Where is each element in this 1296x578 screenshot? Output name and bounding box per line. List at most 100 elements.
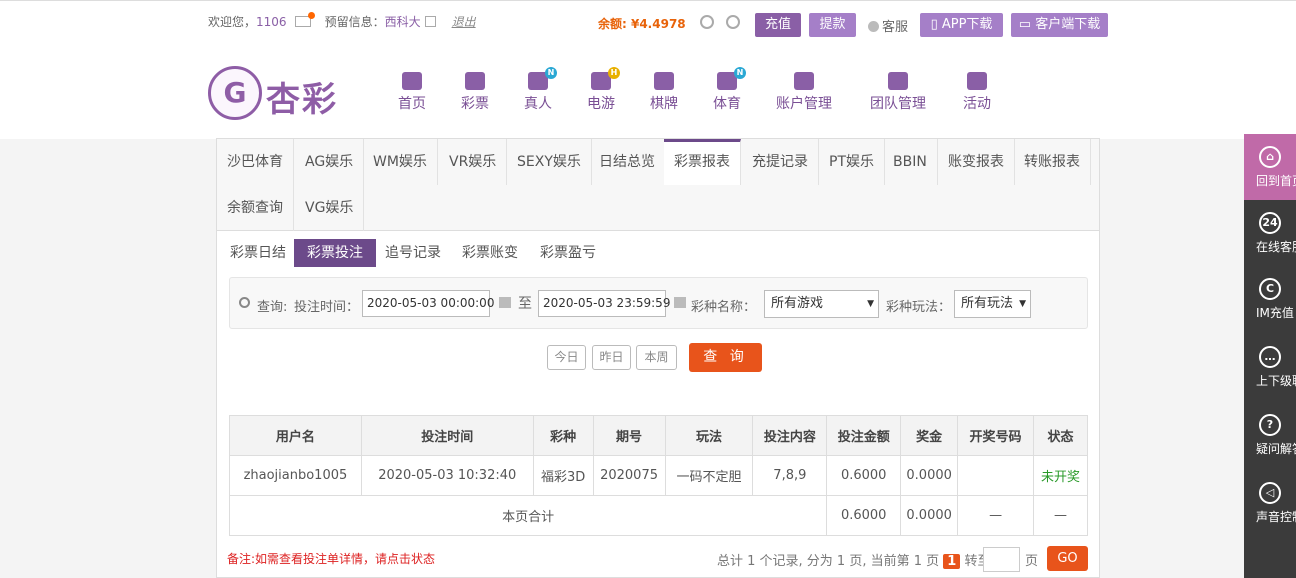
- chevron-down-icon: ▼: [1019, 299, 1026, 309]
- tab-pt[interactable]: PT娱乐: [819, 139, 885, 185]
- tab-lottery-report[interactable]: 彩票报表: [664, 139, 741, 185]
- end-time-input[interactable]: 2020-05-03 23:59:59: [538, 290, 670, 317]
- notification-dot: [307, 12, 315, 19]
- mail-icon[interactable]: [294, 12, 315, 27]
- tab-vr[interactable]: VR娱乐: [439, 139, 508, 185]
- hide-balance-icon[interactable]: [726, 15, 740, 29]
- cell-bet-content: 7,8,9: [752, 455, 828, 496]
- service-icon: [868, 21, 879, 32]
- nav-lottery[interactable]: 彩票: [461, 72, 489, 113]
- tab-account-changes[interactable]: 账变报表: [938, 139, 1015, 185]
- user-info: 欢迎您， 1106 预留信息： 西科大 退出: [208, 12, 476, 30]
- subtab-lottery-changes[interactable]: 彩票账变: [449, 239, 531, 267]
- subtab-chase-records[interactable]: 追号记录: [372, 239, 454, 267]
- nav-label: 账户管理: [776, 96, 832, 112]
- sidebar-home[interactable]: ⌂ 回到首页: [1244, 134, 1296, 200]
- cell-prize: 0.0000: [900, 455, 959, 496]
- play-select[interactable]: 所有玩法 ▼: [954, 290, 1031, 318]
- welcome-text: 欢迎您，: [208, 15, 257, 29]
- nav-label: 首页: [398, 96, 426, 112]
- tab-wm[interactable]: WM娱乐: [363, 139, 438, 185]
- app-download-label: APP下载: [941, 17, 993, 32]
- this-week-button[interactable]: 本周: [636, 345, 677, 370]
- subtotal-draw: —: [957, 495, 1034, 536]
- page-number-input[interactable]: [983, 547, 1020, 572]
- account-icon: [794, 72, 814, 90]
- sidebar-label: IM充值: [1256, 306, 1294, 320]
- sidebar-label: 声音控制: [1256, 510, 1296, 524]
- cell-issue: 2020075: [592, 455, 666, 496]
- tab-bbin[interactable]: BBIN: [883, 139, 938, 185]
- sidebar-chat[interactable]: … 上下级聊: [1244, 334, 1296, 400]
- table-header-row: 用户名 投注时间 彩种 期号 玩法 投注内容 投注金额 奖金 开奖号码 状态: [229, 415, 1088, 456]
- sidebar-sound[interactable]: ◁ 声音控制: [1244, 470, 1296, 536]
- header: G 杏彩 首页 彩票 N 真人 H 电游 棋牌 N 体育 账户管理 团队管理 活动: [0, 44, 1296, 139]
- sidebar-im-recharge[interactable]: C IM充值: [1244, 266, 1296, 332]
- client-download-button[interactable]: ▭ 客户端下载: [1011, 13, 1108, 37]
- lottery-select-value: 所有游戏: [771, 296, 824, 311]
- yesterday-button[interactable]: 昨日: [592, 345, 631, 370]
- new-badge: N: [734, 67, 746, 79]
- edit-icon[interactable]: [424, 16, 436, 27]
- nav-label: 彩票: [461, 96, 489, 112]
- col-username: 用户名: [229, 415, 362, 456]
- cell-lottery: 福彩3D: [532, 455, 594, 496]
- go-button[interactable]: GO: [1047, 546, 1088, 571]
- nav-sports[interactable]: N 体育: [713, 67, 746, 113]
- lottery-select[interactable]: 所有游戏 ▼: [764, 290, 879, 318]
- sound-icon: ◁: [1259, 482, 1281, 504]
- table-row: zhaojianbo1005 2020-05-03 10:32:40 福彩3D …: [229, 455, 1088, 496]
- detail-note: 备注:如需查看投注单详情，请点击状态: [227, 552, 436, 566]
- nav-home[interactable]: 首页: [398, 72, 426, 113]
- nav-live[interactable]: N 真人: [524, 67, 557, 113]
- nav-account[interactable]: 账户管理: [776, 72, 832, 113]
- live-dealer-icon: N: [528, 67, 557, 90]
- tab-saba-sports[interactable]: 沙巴体育: [217, 139, 294, 185]
- nav-activity[interactable]: 活动: [963, 72, 991, 113]
- nav-egames[interactable]: H 电游: [587, 67, 620, 113]
- search-icon: [239, 297, 250, 308]
- time-label: 投注时间：: [294, 300, 360, 315]
- calendar-icon[interactable]: [674, 297, 686, 308]
- play-select-value: 所有玩法: [961, 296, 1014, 311]
- refresh-icon[interactable]: [700, 15, 714, 29]
- balance-label: 余额:: [598, 17, 631, 31]
- app-download-button[interactable]: ▯ APP下载: [920, 13, 1003, 37]
- today-button[interactable]: 今日: [547, 345, 586, 370]
- tab-ag[interactable]: AG娱乐: [295, 139, 365, 185]
- sidebar-online-service[interactable]: 24 在线客服: [1244, 200, 1296, 266]
- recharge-button[interactable]: 充值: [755, 13, 801, 37]
- subtab-lottery-pnl[interactable]: 彩票盈亏: [527, 239, 609, 267]
- tab-daily-overview[interactable]: 日结总览: [589, 139, 666, 185]
- balance: 余额: ¥4.4978: [598, 15, 686, 32]
- status-link[interactable]: 未开奖: [1033, 455, 1088, 496]
- calendar-icon[interactable]: [499, 297, 511, 308]
- current-page[interactable]: 1: [943, 554, 961, 569]
- query-button[interactable]: 查 询: [689, 343, 762, 372]
- nav-chess[interactable]: 棋牌: [650, 72, 678, 113]
- tab-vg[interactable]: VG娱乐: [295, 185, 365, 231]
- pager-info: 总计 1 个记录, 分为 1 页, 当前第 1 页 1 转至: [717, 550, 990, 569]
- nav-label: 活动: [963, 96, 991, 112]
- tab-sexy[interactable]: SEXY娱乐: [507, 139, 592, 185]
- nav-team[interactable]: 团队管理: [870, 72, 926, 113]
- customer-service-link[interactable]: 客服: [868, 16, 908, 35]
- withdraw-button[interactable]: 提款: [809, 13, 856, 37]
- logo[interactable]: G 杏彩: [208, 66, 358, 122]
- tab-balance-query[interactable]: 余额查询: [217, 185, 294, 231]
- report-tabs: 沙巴体育 AG娱乐 WM娱乐 VR娱乐 SEXY娱乐 日结总览 彩票报表 充提记…: [217, 139, 1099, 231]
- col-bet-time: 投注时间: [360, 415, 534, 456]
- tab-deposit-withdraw[interactable]: 充提记录: [742, 139, 819, 185]
- tab-transfer-report[interactable]: 转账报表: [1014, 139, 1091, 185]
- logout-link[interactable]: 退出: [452, 13, 476, 30]
- cell-draw-number: [957, 455, 1034, 496]
- sidebar-faq[interactable]: ? 疑问解答: [1244, 402, 1296, 468]
- subtab-lottery-bets[interactable]: 彩票投注: [294, 239, 376, 267]
- start-time-input[interactable]: 2020-05-03 00:00:00: [362, 290, 494, 317]
- reserved-label: 预留信息：: [324, 15, 385, 29]
- subtab-lottery-daily[interactable]: 彩票日结: [217, 239, 299, 267]
- reserved-value: 西科大: [384, 15, 421, 29]
- home-icon: [402, 72, 422, 90]
- query-label: 查询:: [257, 300, 288, 315]
- chevron-down-icon: ▼: [867, 299, 874, 309]
